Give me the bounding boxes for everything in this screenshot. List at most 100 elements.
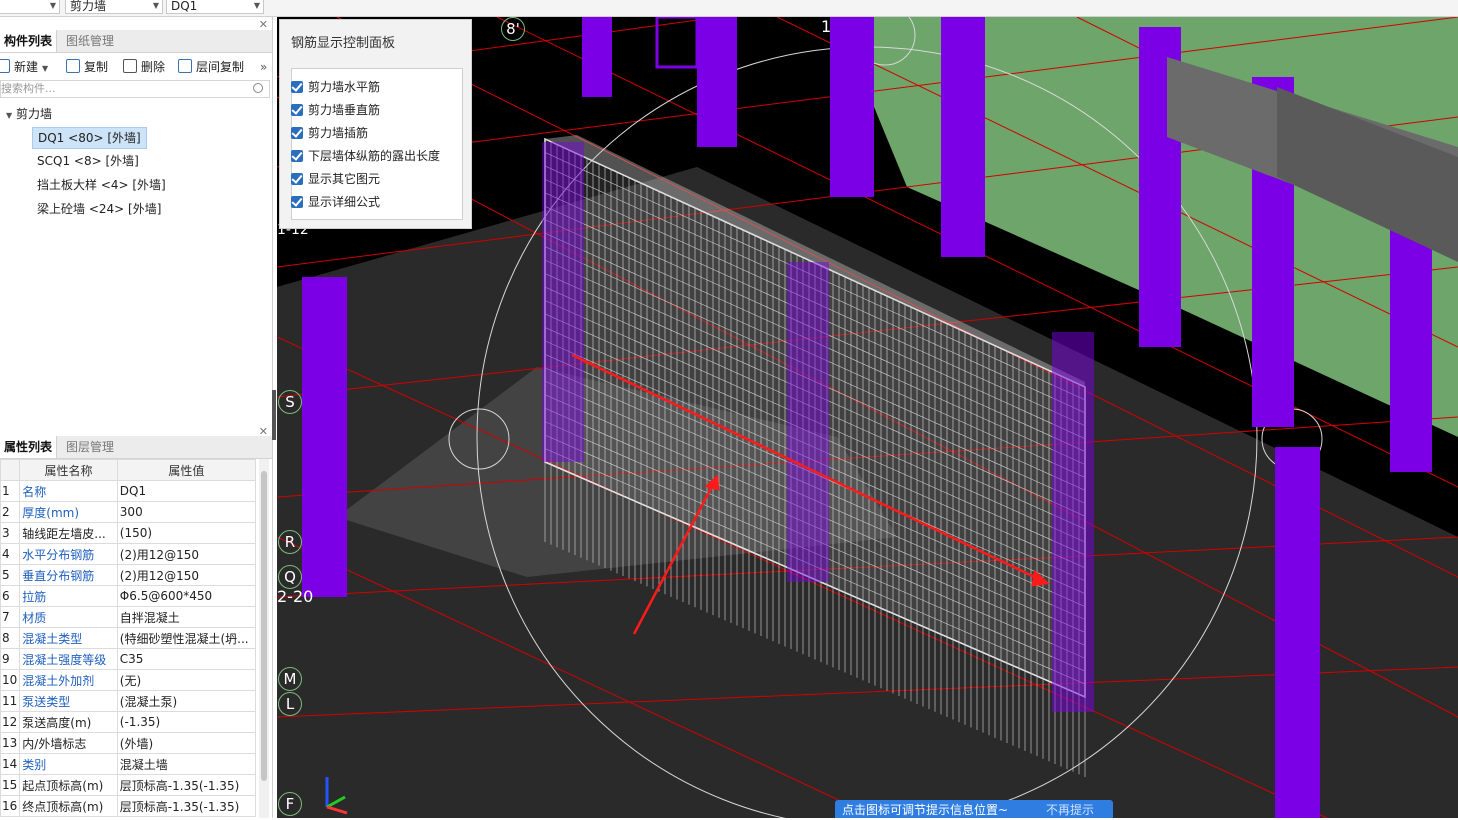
- table-row[interactable]: 7 材质 自拌混凝土: [0, 606, 257, 628]
- tree-node-label: 剪力墙: [15, 107, 52, 121]
- panel-splitter[interactable]: [272, 390, 276, 440]
- property-value[interactable]: 300: [116, 501, 257, 523]
- table-row[interactable]: 13 内/外墙标志 (外墙): [0, 732, 257, 754]
- property-value[interactable]: (150): [116, 522, 257, 544]
- checkbox-icon[interactable]: [291, 173, 303, 185]
- component-type-select[interactable]: 剪力墙 ▼: [65, 0, 163, 14]
- tree-item-scq1[interactable]: SCQ1 <8> [外墙]: [32, 151, 144, 171]
- property-value[interactable]: (2)⽤12@150: [116, 564, 257, 586]
- tree-item-dq1[interactable]: DQ1 <80> [外墙]: [32, 127, 147, 149]
- checkbox-icon[interactable]: [291, 104, 303, 116]
- component-name-select[interactable]: DQ1 ▼: [166, 0, 264, 14]
- property-value[interactable]: (无): [116, 669, 257, 691]
- table-row[interactable]: 2 厚度(mm) 300: [0, 501, 257, 523]
- floor-copy-button-label: 层间复制: [196, 60, 245, 74]
- search-placeholder: 搜索构件...: [1, 82, 56, 95]
- delete-button[interactable]: 删除: [123, 55, 165, 79]
- property-name: 混凝土强度等级: [19, 648, 118, 670]
- table-row[interactable]: 8 混凝土类型 (特细砂塑性混凝土(坍...: [0, 627, 257, 649]
- table-row[interactable]: 3 轴线距左墙皮... (150): [0, 522, 257, 544]
- checkbox-icon[interactable]: [291, 127, 303, 139]
- table-row[interactable]: 14 类别 混凝土墙: [0, 753, 257, 775]
- search-icon[interactable]: [253, 83, 263, 93]
- checkbox-wall-horizontal-bar[interactable]: 剪力墙水平筋: [291, 78, 380, 96]
- checkbox-label: 显示其它图元: [308, 172, 381, 186]
- component-search-input[interactable]: 搜索构件...: [0, 80, 270, 98]
- checkbox-wall-vertical-bar[interactable]: 剪力墙垂直筋: [291, 101, 380, 119]
- property-value[interactable]: (-1.35): [116, 711, 257, 733]
- floor-select[interactable]: ▼: [0, 0, 60, 14]
- floor-copy-icon: [178, 59, 192, 73]
- property-value[interactable]: Φ6.5@600*450: [116, 585, 257, 607]
- top-toolbar: ▼ 剪力墙 ▼ DQ1 ▼: [0, 0, 1458, 17]
- property-value[interactable]: (特细砂塑性混凝土(坍...: [116, 627, 257, 649]
- copy-button[interactable]: 复制: [66, 55, 108, 79]
- axis-label-m: M: [278, 667, 302, 691]
- property-name: 泵送高度(m): [19, 711, 118, 733]
- row-number-header: [0, 459, 21, 481]
- row-number: 11: [0, 690, 21, 712]
- tab-component-list[interactable]: 构件列表: [0, 30, 58, 52]
- copy-icon: [66, 59, 80, 73]
- wall-end-column: [542, 142, 584, 462]
- property-value[interactable]: DQ1: [116, 480, 257, 502]
- row-number: 16: [0, 795, 21, 817]
- table-row[interactable]: 15 起点顶标高(m) 层顶标高-1.35(-1.35): [0, 774, 257, 796]
- checkbox-show-other-elements[interactable]: 显示其它图元: [291, 170, 380, 188]
- chevron-down-icon: ▼: [49, 1, 56, 10]
- tab-layer-management[interactable]: 图层管理: [62, 436, 118, 458]
- property-value[interactable]: 层顶标高-1.35(-1.35): [116, 795, 257, 817]
- checkbox-lower-wall-exposure[interactable]: 下层墙体纵筋的露出长度: [291, 147, 440, 165]
- tab-property-list[interactable]: 属性列表: [0, 436, 58, 458]
- tip-dismiss-button[interactable]: 不再提示: [1046, 800, 1094, 820]
- property-name: 泵送类型: [19, 690, 118, 712]
- property-name: 终点顶标高(m): [19, 795, 118, 817]
- property-value[interactable]: (混凝土泵): [116, 690, 257, 712]
- chevron-down-icon: ▼: [42, 64, 49, 73]
- table-row[interactable]: 9 混凝土强度等级 C35: [0, 648, 257, 670]
- property-name: 内/外墙标志: [19, 732, 118, 754]
- property-name: 类别: [19, 753, 118, 775]
- new-button[interactable]: 新建 ▼: [0, 55, 48, 79]
- table-row[interactable]: 6 拉筋 Φ6.5@600*450: [0, 585, 257, 607]
- floor-copy-button[interactable]: 层间复制: [178, 55, 244, 79]
- checkbox-icon[interactable]: [291, 81, 303, 93]
- property-value[interactable]: (2)⽤12@150: [116, 543, 257, 565]
- tab-drawing-management[interactable]: 图纸管理: [62, 30, 118, 52]
- copy-button-label: 复制: [84, 60, 109, 74]
- axis-label-2-20: 2-20: [277, 587, 314, 606]
- property-value[interactable]: 自拌混凝土: [116, 606, 257, 628]
- table-row[interactable]: 4 水平分布钢筋 (2)⽤12@150: [0, 543, 257, 565]
- table-row[interactable]: 16 终点顶标高(m) 层顶标高-1.35(-1.35): [0, 795, 257, 817]
- checkbox-show-detailed-formula[interactable]: 显示详细公式: [291, 193, 380, 211]
- property-table-header: 属性名称 属性值: [0, 459, 257, 481]
- table-row[interactable]: 5 垂直分布钢筋 (2)⽤12@150: [0, 564, 257, 586]
- scrollbar-thumb[interactable]: [261, 471, 267, 781]
- chevron-down-icon[interactable]: ▼: [6, 111, 12, 120]
- property-scrollbar[interactable]: [259, 459, 269, 818]
- tree-item-retaining-slab[interactable]: 挡土板大样 <4> [外墙]: [32, 175, 171, 195]
- property-value[interactable]: 层顶标高-1.35(-1.35): [116, 774, 257, 796]
- table-row[interactable]: 10 混凝土外加剂 (无): [0, 669, 257, 691]
- table-row[interactable]: 11 泵送类型 (混凝土泵): [0, 690, 257, 712]
- property-value[interactable]: (外墙): [116, 732, 257, 754]
- new-button-label: 新建: [14, 60, 39, 74]
- more-button[interactable]: »: [260, 55, 267, 79]
- tip-message[interactable]: 点击图标可调节提示信息位置~: [842, 800, 1008, 820]
- tree-item-beam-wall[interactable]: 梁上砼墙 <24> [外墙]: [32, 199, 166, 219]
- property-value[interactable]: 混凝土墙: [116, 753, 257, 775]
- property-value[interactable]: C35: [116, 648, 257, 670]
- axis-label-1: 1: [821, 17, 832, 36]
- checkbox-wall-dowel[interactable]: 剪力墙插筋: [291, 124, 368, 142]
- table-row[interactable]: 1 名称 DQ1: [0, 480, 257, 502]
- checkbox-label: 剪力墙插筋: [308, 126, 369, 140]
- checkbox-icon[interactable]: [291, 150, 303, 162]
- tip-bar: 点击图标可调节提示信息位置~ 不再提示: [835, 800, 1113, 818]
- axis-label-f: F: [278, 792, 302, 816]
- row-number: 13: [0, 732, 21, 754]
- property-table: 属性名称 属性值 1 名称 DQ1 2 厚度(mm) 300 3 轴线距左墙皮... (150)…: [0, 459, 257, 817]
- checkbox-icon[interactable]: [291, 196, 303, 208]
- axis-label-r: R: [278, 530, 302, 554]
- tree-node-shear-wall[interactable]: ▼ 剪力墙: [6, 105, 52, 122]
- table-row[interactable]: 12 泵送高度(m) (-1.35): [0, 711, 257, 733]
